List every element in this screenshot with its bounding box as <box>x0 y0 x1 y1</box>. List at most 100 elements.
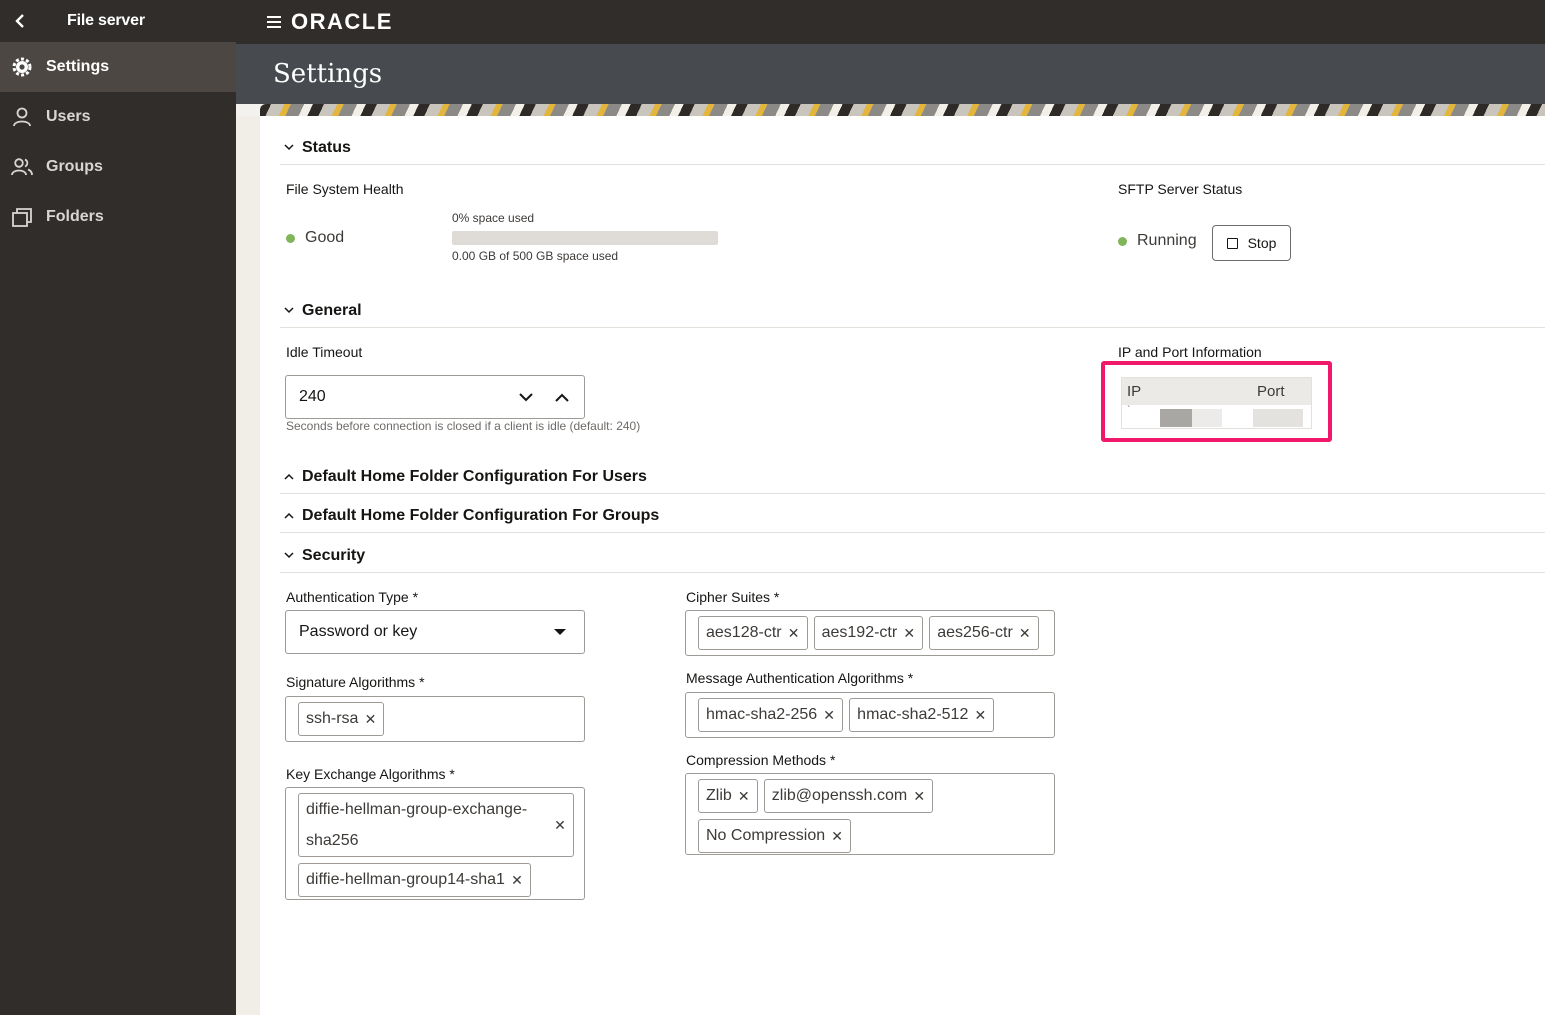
chip: aes256-ctr ✕ <box>929 616 1039 650</box>
idle-timeout-label: Idle Timeout <box>286 344 363 360</box>
signature-algorithms-field[interactable]: ssh-rsa ✕ <box>285 696 585 742</box>
sidebar-item-users[interactable]: Users <box>0 92 236 142</box>
section-home-users-header[interactable]: Default Home Folder Configuration For Us… <box>280 460 1545 494</box>
chip-label: zlib@openssh.com <box>771 787 908 804</box>
chevron-down-icon <box>280 552 298 559</box>
chevron-left-icon <box>15 14 24 28</box>
decorative-pattern-strip <box>260 104 1545 116</box>
section-home-groups-header[interactable]: Default Home Folder Configuration For Gr… <box>280 499 1545 533</box>
sidebar-item-settings[interactable]: Settings <box>0 42 236 92</box>
remove-chip-icon[interactable]: ✕ <box>554 817 566 834</box>
chip: zlib@openssh.com ✕ <box>763 779 934 813</box>
cipher-suites-field[interactable]: aes128-ctr ✕ aes192-ctr ✕ aes256-ctr ✕ <box>685 610 1055 656</box>
page-title: Settings <box>273 59 383 89</box>
chip-label: aes256-ctr <box>937 624 1013 641</box>
gear-icon <box>11 56 33 78</box>
section-status-header[interactable]: Status <box>280 131 1545 165</box>
space-used-percent: 0% space used <box>452 211 535 225</box>
chip-label: hmac-sha2-512 <box>857 706 969 723</box>
chevron-down-icon <box>280 307 298 314</box>
app-title: File server <box>67 12 145 29</box>
sftp-status-value: Running <box>1137 232 1197 249</box>
cipher-suites-label: Cipher Suites * <box>686 589 780 605</box>
compression-methods-field[interactable]: Zlib ✕ zlib@openssh.com ✕ No Compression ✕ <box>685 773 1055 855</box>
key-exchange-field[interactable]: diffie-hellman-group-exchange-sha256 ✕ di… <box>285 787 585 900</box>
section-title: Default Home Folder Configuration For Us… <box>302 467 647 485</box>
title-band: Settings <box>236 44 1545 104</box>
fs-health-value: Good <box>305 229 345 246</box>
sidebar-header: File server <box>0 0 236 42</box>
chip: hmac-sha2-512 ✕ <box>849 698 995 732</box>
hamburger-menu-icon[interactable] <box>267 16 281 28</box>
sidebar-item-label: Users <box>46 108 91 125</box>
signature-algorithms-label: Signature Algorithms * <box>286 674 425 690</box>
status-dot-icon <box>1118 236 1127 246</box>
decrement-button[interactable] <box>508 376 544 418</box>
section-title: Security <box>302 546 366 564</box>
settings-content: Status File System Health Good 0% space … <box>260 116 1545 1015</box>
chip-label: aes192-ctr <box>821 624 898 641</box>
table-header: IP Port <box>1122 378 1311 405</box>
ip-port-table: IP Port ` <box>1121 377 1312 429</box>
top-bar: ORACLE <box>236 0 1545 44</box>
chip-label: Zlib <box>706 787 732 804</box>
section-title: Default Home Folder Configuration For Gr… <box>302 506 660 524</box>
mac-algorithms-field[interactable]: hmac-sha2-256 ✕ hmac-sha2-512 ✕ <box>685 692 1055 738</box>
remove-chip-icon[interactable]: ✕ <box>831 828 843 845</box>
section-title: General <box>302 301 362 319</box>
remove-chip-icon[interactable]: ✕ <box>1019 625 1031 642</box>
chip: hmac-sha2-256 ✕ <box>698 698 844 732</box>
oracle-logo: ORACLE <box>291 9 393 34</box>
chevron-up-icon <box>280 512 298 519</box>
ip-port-highlight: IP Port ` <box>1101 361 1332 442</box>
mac-algorithms-label: Message Authentication Algorithms * <box>686 670 914 686</box>
key-exchange-label: Key Exchange Algorithms * <box>286 766 455 782</box>
sidebar: File server Settings Users Groups Folder… <box>0 0 236 1015</box>
section-general-header[interactable]: General <box>280 294 1545 328</box>
chip: ssh-rsa ✕ <box>298 702 385 736</box>
status-dot-icon <box>286 233 295 243</box>
back-button[interactable] <box>10 11 30 31</box>
sidebar-item-label: Folders <box>46 208 104 225</box>
idle-timeout-help: Seconds before connection is closed if a… <box>286 419 641 433</box>
sftp-status: Running <box>1118 232 1197 250</box>
increment-button[interactable] <box>544 376 580 418</box>
decorative-gutter <box>236 116 260 1015</box>
chip: diffie-hellman-group-exchange-sha256 ✕ <box>298 793 574 857</box>
idle-timeout-value: 240 <box>299 388 326 405</box>
table-row: ` <box>1122 405 1311 430</box>
remove-chip-icon[interactable]: ✕ <box>364 711 377 728</box>
ip-column-header: IP <box>1127 383 1142 400</box>
remove-chip-icon[interactable]: ✕ <box>974 707 986 724</box>
chip-label: diffie-hellman-group14-sha1 <box>306 871 505 888</box>
auth-type-label: Authentication Type * <box>286 589 419 605</box>
auth-type-select[interactable]: Password or key <box>285 610 585 654</box>
remove-chip-icon[interactable]: ✕ <box>738 788 750 805</box>
ip-port-label: IP and Port Information <box>1118 344 1262 360</box>
sidebar-item-folders[interactable]: Folders <box>0 192 236 242</box>
fs-health-label: File System Health <box>286 181 404 197</box>
chip: aes128-ctr ✕ <box>698 616 808 650</box>
chip-label: aes128-ctr <box>706 624 782 641</box>
redacted-port <box>1253 409 1303 427</box>
remove-chip-icon[interactable]: ✕ <box>788 625 800 642</box>
chevron-up-icon <box>280 473 298 480</box>
dropdown-caret-icon[interactable] <box>542 611 578 653</box>
sidebar-item-groups[interactable]: Groups <box>0 142 236 192</box>
sftp-status-label: SFTP Server Status <box>1118 181 1243 197</box>
port-column-header: Port <box>1257 383 1285 400</box>
space-used-progress-bar <box>452 231 718 245</box>
auth-type-value: Password or key <box>299 623 418 640</box>
remove-chip-icon[interactable]: ✕ <box>903 625 915 642</box>
fs-health-status: Good <box>286 229 344 247</box>
redacted-ip <box>1160 409 1192 427</box>
compression-methods-label: Compression Methods * <box>686 752 836 768</box>
stop-button[interactable]: Stop <box>1212 225 1291 261</box>
remove-chip-icon[interactable]: ✕ <box>913 788 925 805</box>
remove-chip-icon[interactable]: ✕ <box>511 872 523 889</box>
section-security-header[interactable]: Security <box>280 539 1545 573</box>
chip-label: ssh-rsa <box>306 710 359 727</box>
idle-timeout-stepper[interactable]: 240 <box>285 375 585 419</box>
chip-label: No Compression <box>706 827 826 844</box>
remove-chip-icon[interactable]: ✕ <box>823 707 835 724</box>
